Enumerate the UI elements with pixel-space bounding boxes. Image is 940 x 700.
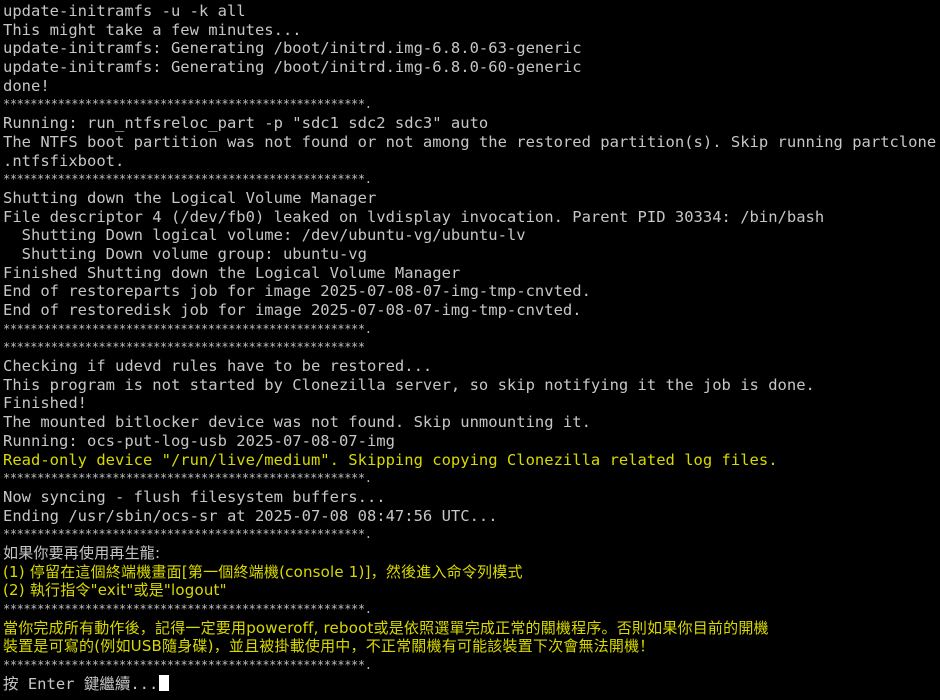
terminal-line: Running: run_ntfsreloc_part -p "sdc1 sdc… bbox=[3, 114, 489, 133]
terminal-line: 裝置是可寫的(例如USB隨身碟)，並且被掛載使用中，不正常關機有可能該裝置下次會… bbox=[3, 637, 655, 656]
terminal-line: This might take a few minutes... bbox=[3, 20, 302, 39]
separator-line: ****************************************… bbox=[3, 527, 372, 542]
terminal-line: (2) 執行指令"exit"或是"logout" bbox=[3, 581, 227, 600]
terminal-line: done! bbox=[3, 76, 50, 95]
terminal-line: update-initramfs: Generating /boot/initr… bbox=[3, 58, 582, 77]
terminal-line: Shutting Down volume group: ubuntu-vg bbox=[3, 244, 367, 263]
terminal-line: Ending /usr/sbin/ocs-sr at 2025-07-08 08… bbox=[3, 506, 498, 525]
separator-line: ****************************************… bbox=[3, 97, 372, 112]
terminal-line: update-initramfs: Generating /boot/initr… bbox=[3, 39, 582, 58]
separator-line: ****************************************… bbox=[3, 471, 372, 486]
terminal-line: Running: ocs-put-log-usb 2025-07-08-07-i… bbox=[3, 431, 395, 450]
terminal-screen[interactable]: update-initramfs -u -k all This might tak… bbox=[0, 0, 940, 700]
terminal-line: (1) 停留在這個終端機畫面[第一個終端機(console 1)]，然後進入命令… bbox=[3, 562, 523, 581]
terminal-line: This program is not started by Clonezill… bbox=[3, 375, 815, 394]
terminal-prompt[interactable]: 按 Enter 鍵繼續... bbox=[3, 673, 170, 693]
terminal-line: End of restoreparts job for image 2025-0… bbox=[3, 282, 591, 301]
terminal-line: Checking if udevd rules have to be resto… bbox=[3, 357, 433, 376]
terminal-line: Now syncing - flush filesystem buffers..… bbox=[3, 487, 386, 506]
terminal-line: End of restoredisk job for image 2025-07… bbox=[3, 301, 582, 319]
terminal-line: .ntfsfixboot. bbox=[3, 151, 125, 170]
text-cursor bbox=[159, 675, 170, 691]
terminal-output: update-initramfs -u -k all This might tak… bbox=[3, 2, 939, 675]
terminal-line: The mounted bitlocker device was not fou… bbox=[3, 413, 591, 432]
terminal-line: Shutting down the Logical Volume Manager bbox=[3, 188, 377, 207]
separator-line: ****************************************… bbox=[3, 172, 372, 187]
terminal-line: Shutting Down logical volume: /dev/ubunt… bbox=[3, 226, 526, 245]
terminal-line: update-initramfs -u -k all bbox=[3, 2, 246, 20]
terminal-line: Finished Shutting down the Logical Volum… bbox=[3, 263, 461, 282]
separator-line: ****************************************… bbox=[3, 321, 372, 336]
terminal-line: 如果你要再使用再生龍: bbox=[3, 543, 161, 562]
terminal-line: File descriptor 4 (/dev/fb0) leaked on l… bbox=[3, 207, 825, 226]
terminal-line: 當你完成所有動作後，記得一定要用poweroff, reboot或是依照選單完成… bbox=[3, 618, 769, 637]
terminal-line: Read-only device "/run/live/medium". Ski… bbox=[3, 450, 778, 469]
separator-line: ****************************************… bbox=[3, 340, 365, 355]
prompt-text: 按 Enter 鍵繼續... bbox=[3, 675, 159, 693]
terminal-line: Finished! bbox=[3, 394, 87, 413]
terminal-line: The NTFS boot partition was not found or… bbox=[3, 132, 937, 151]
separator-line: ****************************************… bbox=[3, 602, 372, 616]
